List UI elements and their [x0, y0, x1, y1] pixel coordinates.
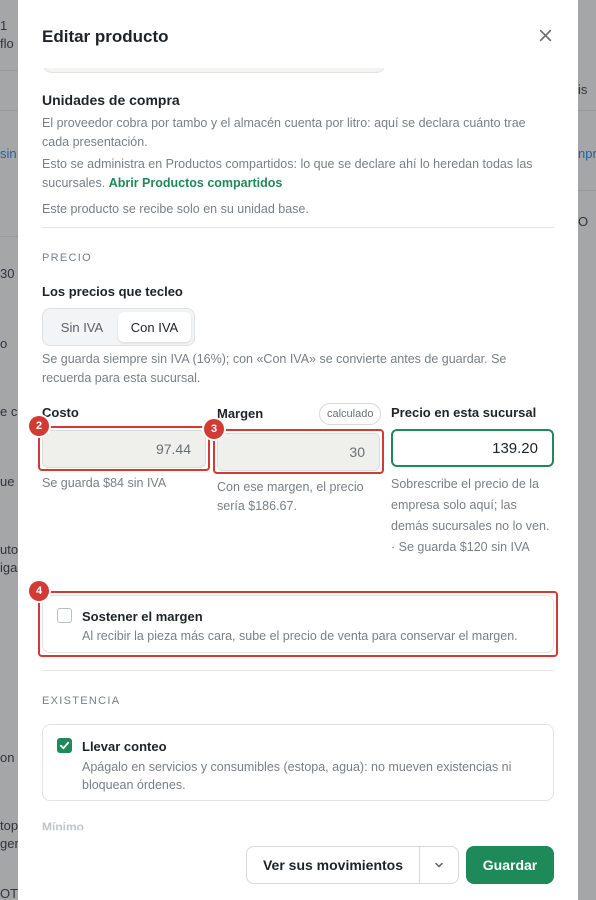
- step-badge-4: 4: [29, 581, 49, 601]
- stock-section-label: EXISTENCIA: [42, 695, 121, 707]
- cost-hint: Se guarda $84 sin IVA: [42, 476, 167, 490]
- with-iva-option[interactable]: Con IVA: [118, 312, 191, 342]
- branch-price-hint: Sobrescribe el precio de la empresa solo…: [391, 477, 550, 554]
- section-divider: [42, 670, 554, 671]
- track-stock-checkbox[interactable]: [57, 738, 72, 753]
- purchase-units-title: Unidades de compra: [42, 92, 180, 108]
- without-iva-option[interactable]: Sin IVA: [46, 312, 118, 342]
- price-section-label: PRECIO: [42, 252, 92, 264]
- close-icon: [539, 29, 551, 41]
- iva-mode-toggle: Sin IVA Con IVA: [42, 308, 195, 346]
- modal-body[interactable]: Unidades de compra El proveedor cobra po…: [18, 0, 578, 900]
- iva-note: Se guarda siempre sin IVA (16%); con «Co…: [42, 352, 507, 385]
- track-stock-title: Llevar conteo: [82, 739, 167, 754]
- modal-header: Editar producto: [18, 0, 578, 68]
- cost-highlight: [38, 426, 210, 471]
- margin-label: Margen: [217, 406, 264, 421]
- open-shared-products-link[interactable]: Abrir Productos compartidos: [109, 176, 283, 190]
- save-button[interactable]: Guardar: [466, 846, 554, 884]
- branch-price-label: Precio en esta sucursal: [391, 405, 537, 420]
- close-button[interactable]: [534, 24, 556, 46]
- edit-product-modal: Unidades de compra El proveedor cobra po…: [18, 0, 578, 900]
- base-unit-note: Este producto se recibe solo en su unida…: [42, 202, 309, 216]
- purchase-units-description: El proveedor cobra por tambo y el almacé…: [42, 116, 526, 149]
- hold-margin-highlight: [38, 591, 558, 657]
- margin-highlight: [213, 429, 384, 474]
- branch-price-input[interactable]: 139.20: [391, 429, 554, 467]
- check-icon: [59, 741, 70, 750]
- movements-split-button: Ver sus movimientos: [246, 846, 459, 884]
- margin-hint: Con ese margen, el precio sería $186.67.: [217, 480, 364, 513]
- view-movements-button[interactable]: Ver sus movimientos: [247, 847, 420, 883]
- section-divider: [42, 227, 554, 228]
- modal-footer: Ver sus movimientos Guardar: [18, 830, 578, 900]
- cost-label: Costo: [42, 405, 79, 420]
- typed-prices-label: Los precios que tecleo: [42, 284, 183, 299]
- chevron-down-icon: [435, 862, 443, 868]
- movements-dropdown-button[interactable]: [420, 847, 458, 883]
- track-stock-card[interactable]: Llevar conteo Apágalo en servicios y con…: [42, 724, 554, 801]
- step-badge-3: 3: [204, 419, 224, 439]
- modal-title: Editar producto: [42, 27, 169, 46]
- calculated-pill: calculado: [319, 403, 382, 425]
- step-badge-2: 2: [29, 416, 49, 436]
- shared-products-note: Esto se administra en Productos comparti…: [42, 155, 542, 193]
- track-stock-description: Apágalo en servicios y consumibles (esto…: [82, 760, 512, 792]
